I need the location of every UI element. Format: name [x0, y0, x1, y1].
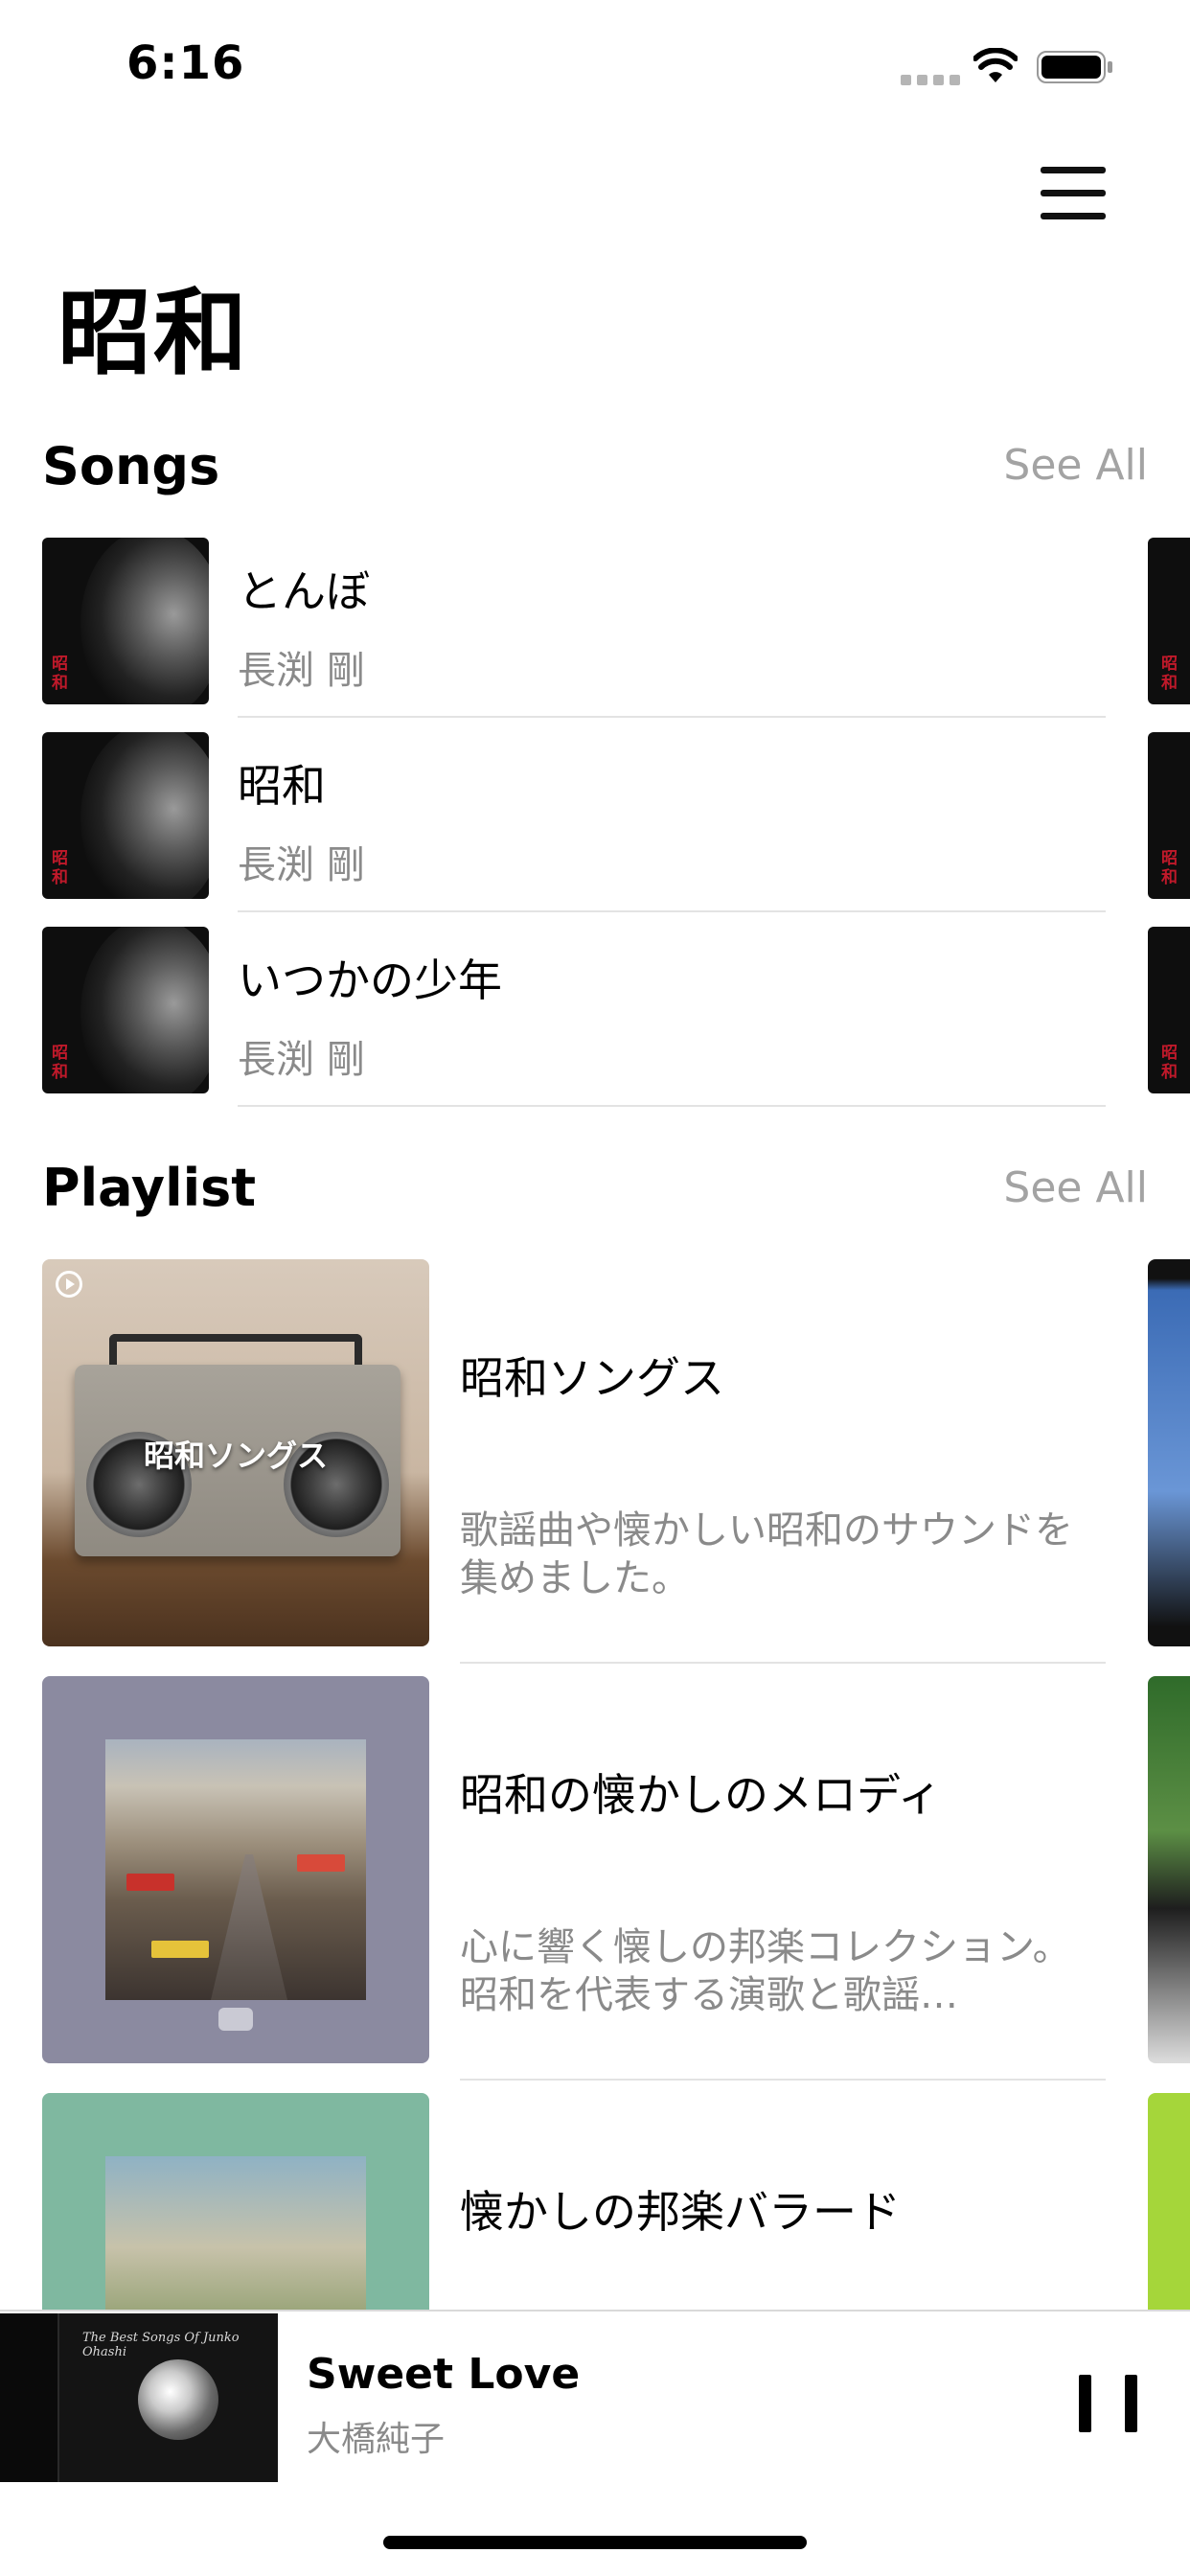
playlist-see-all-link[interactable]: See All	[1003, 1163, 1148, 1212]
song-artist: 長渕 剛	[238, 1038, 365, 1082]
page-title: 昭和	[57, 279, 250, 388]
video-icon	[218, 2008, 253, 2031]
divider	[238, 1105, 1106, 1107]
hamburger-icon	[1041, 167, 1106, 173]
song-row[interactable]: 昭和 とんぼ 長渕 剛 昭和	[0, 538, 1190, 731]
now-playing-title: Sweet Love	[307, 2350, 581, 2399]
status-time: 6:16	[126, 36, 245, 90]
wifi-icon	[973, 48, 1018, 82]
song-title: いつかの少年	[238, 954, 502, 1006]
pause-icon	[1079, 2375, 1091, 2432]
song-row[interactable]: 昭和 昭和 長渕 剛 昭和	[0, 732, 1190, 926]
mini-player[interactable]: The Best Songs Of Junko Ohashi Sweet Lov…	[0, 2310, 1190, 2482]
song-artist: 長渕 剛	[238, 649, 365, 693]
pause-icon-bar	[1125, 2375, 1137, 2432]
hamburger-icon-middle	[1041, 190, 1106, 196]
playlist-artwork	[42, 1676, 429, 2063]
song-title: とんぼ	[238, 565, 370, 617]
artwork-text: 昭和	[52, 849, 68, 887]
song-artwork: 昭和	[42, 732, 209, 899]
divider	[238, 716, 1106, 718]
cover-text: The Best Songs Of Junko Ohashi	[82, 2331, 240, 2359]
artwork-label: 昭和ソングス	[143, 1438, 328, 1474]
next-column-artwork[interactable]: 昭和	[1148, 538, 1190, 704]
next-column-artwork[interactable]: 昭和	[1148, 732, 1190, 899]
playlist-description: 歌謡曲や懐かしい昭和のサウンドを集めました。	[460, 1508, 1073, 1600]
playlist-section-title: Playlist	[42, 1158, 257, 1218]
play-circle-icon	[56, 1271, 82, 1298]
status-bar: 6:16	[0, 0, 1190, 134]
songs-see-all-link[interactable]: See All	[1003, 441, 1148, 490]
playlist-title: 昭和ソングス	[460, 1352, 724, 1404]
playlist-row[interactable]: 昭和の懐かしのメロディ 心に響く懐しの邦楽コレクション。昭和を代表する演歌と歌謡…	[0, 1676, 1190, 2094]
song-artwork: 昭和	[42, 927, 209, 1093]
divider	[460, 1662, 1106, 1664]
next-column-artwork[interactable]	[1148, 1676, 1190, 2063]
artwork-text: 昭和	[52, 655, 68, 693]
divider	[460, 2079, 1106, 2081]
battery-icon	[1037, 51, 1112, 83]
song-row[interactable]: 昭和 いつかの少年 長渕 剛 昭和	[0, 927, 1190, 1120]
hamburger-icon-bottom	[1041, 213, 1106, 219]
playlist-title: 昭和の懐かしのメロディ	[460, 1769, 942, 1821]
artwork-text: 昭和	[52, 1044, 68, 1082]
next-column-artwork[interactable]	[1148, 1259, 1190, 1646]
songs-section-title: Songs	[42, 436, 220, 496]
playlist-description: 心に響く懐しの邦楽コレクション。昭和を代表する演歌と歌謡…	[460, 1925, 1071, 2017]
song-title: 昭和	[238, 760, 326, 812]
pause-button[interactable]	[1073, 2365, 1150, 2442]
next-column-artwork[interactable]: 昭和	[1148, 927, 1190, 1093]
song-artist: 長渕 剛	[238, 843, 365, 887]
cellular-signal-icon	[901, 75, 960, 85]
song-artwork: 昭和	[42, 538, 209, 704]
now-playing-artwork[interactable]: The Best Songs Of Junko Ohashi	[0, 2313, 278, 2482]
menu-button[interactable]	[1035, 163, 1111, 224]
playlist-row[interactable]: 昭和ソングス 昭和ソングス 歌謡曲や懐かしい昭和のサウンドを集めました。	[0, 1259, 1190, 1677]
playlist-title: 懐かしの邦楽バラード	[460, 2186, 901, 2238]
playlist-artwork: 昭和ソングス	[42, 1259, 429, 1646]
divider	[238, 910, 1106, 912]
now-playing-artist: 大橋純子	[307, 2420, 446, 2459]
home-indicator[interactable]	[383, 2536, 807, 2549]
gem-image	[138, 2359, 218, 2440]
